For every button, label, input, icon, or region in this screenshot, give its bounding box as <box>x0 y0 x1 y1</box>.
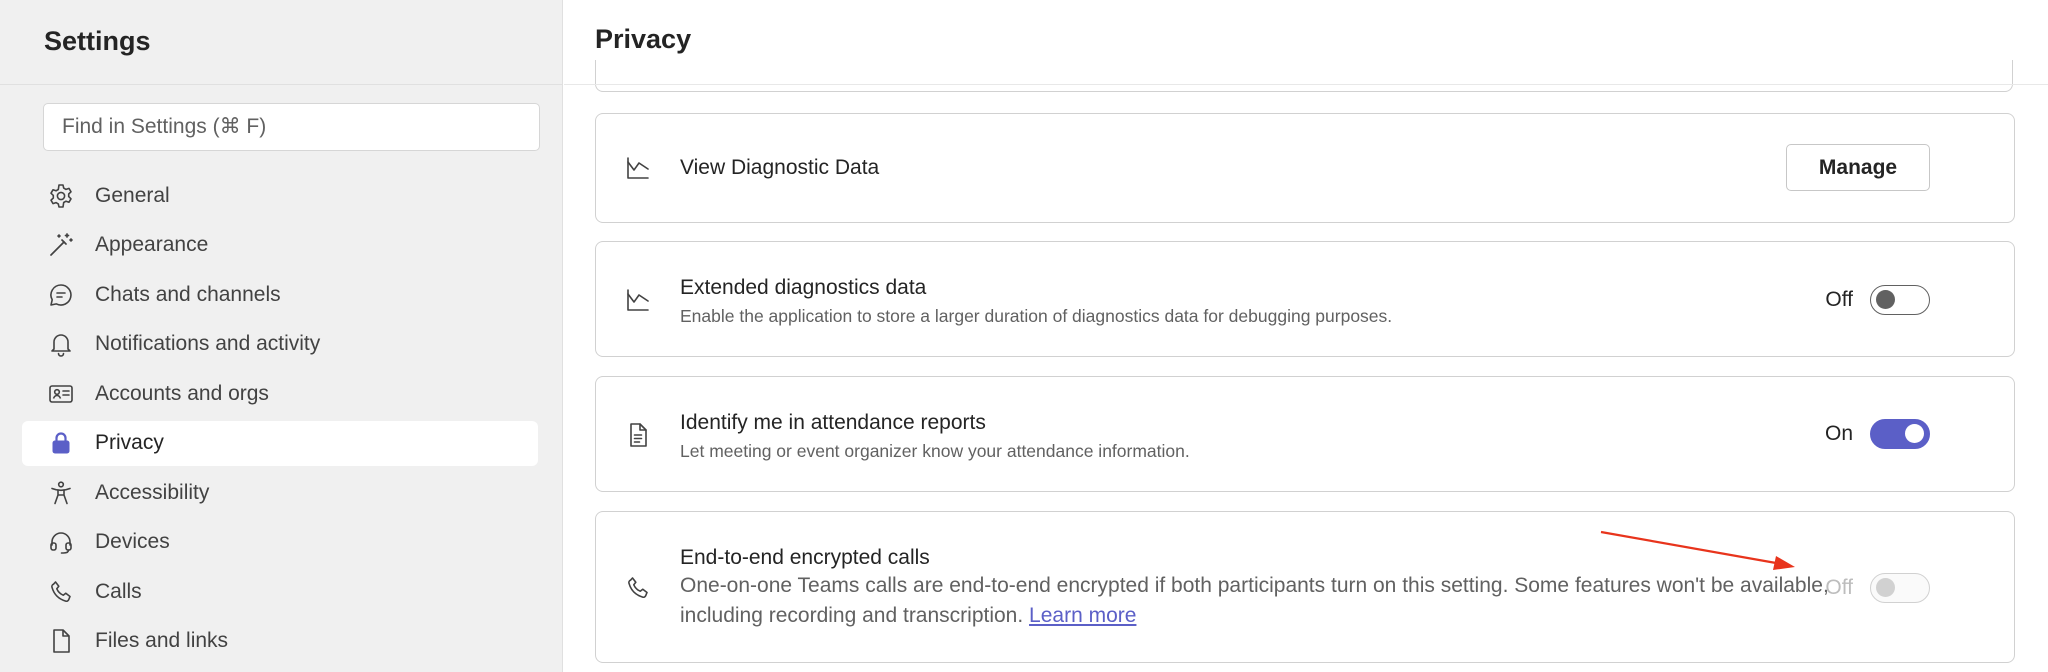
chart-icon <box>624 286 652 314</box>
chat-bubble-icon <box>47 281 75 309</box>
encrypted-calls-description-text: One-on-one Teams calls are end-to-end en… <box>680 574 1829 627</box>
diagnostic-data-title: View Diagnostic Data <box>680 156 880 179</box>
document-icon <box>624 421 652 449</box>
sidebar-item-label: Accounts and orgs <box>95 381 269 405</box>
document-icon <box>47 627 75 655</box>
search-input[interactable] <box>44 104 539 150</box>
encrypted-calls-card: End-to-end encrypted calls One-on-one Te… <box>595 511 2015 663</box>
sidebar-item-label: Notifications and activity <box>95 332 321 355</box>
toggle-state-label: On <box>1824 422 1853 445</box>
encrypted-calls-toggle[interactable] <box>1870 573 1930 603</box>
extended-diagnostics-title: Extended diagnostics data <box>680 276 927 299</box>
lock-icon <box>47 429 75 457</box>
learn-more-link[interactable]: Learn more <box>1029 604 1136 627</box>
settings-sidebar: Settings General Appearance <box>0 0 563 672</box>
sidebar-item-accessibility[interactable]: Accessibility <box>22 470 538 515</box>
sidebar-item-label: Devices <box>95 530 170 553</box>
sidebar-item-label: Accessibility <box>95 480 210 504</box>
attendance-reports-title: Identify me in attendance reports <box>680 411 986 434</box>
sidebar-item-label: Chats and channels <box>95 282 281 306</box>
sidebar-item-label: Privacy <box>95 431 164 454</box>
headset-icon <box>47 528 75 556</box>
accessibility-icon <box>47 479 75 507</box>
extended-diagnostics-toggle-group: Off <box>1825 285 1930 315</box>
attendance-reports-toggle[interactable] <box>1870 419 1930 449</box>
previous-card-edge <box>595 60 2013 92</box>
page-title: Privacy <box>595 24 692 54</box>
gear-icon <box>47 182 75 210</box>
sidebar-item-label: Files and links <box>95 629 229 652</box>
attendance-reports-description: Let meeting or event organizer know your… <box>680 441 1190 461</box>
extended-diagnostics-description: Enable the application to store a larger… <box>680 306 1393 326</box>
encrypted-calls-description: One-on-one Teams calls are end-to-end en… <box>680 571 1910 631</box>
phone-icon <box>47 578 75 606</box>
manage-button[interactable]: Manage <box>1786 144 1930 191</box>
toggle-knob <box>1876 578 1895 597</box>
bell-icon <box>47 330 75 358</box>
search-box[interactable] <box>43 103 540 151</box>
sidebar-item-notifications-and-activity[interactable]: Notifications and activity <box>22 322 538 367</box>
phone-icon <box>624 574 652 602</box>
sidebar-item-devices[interactable]: Devices <box>22 520 538 565</box>
diagnostic-data-card: View Diagnostic Data Manage <box>595 113 2015 223</box>
attendance-reports-card: Identify me in attendance reports Let me… <box>595 376 2015 492</box>
sidebar-item-general[interactable]: General <box>22 173 538 218</box>
id-card-icon <box>47 380 75 408</box>
sidebar-item-chats-and-channels[interactable]: Chats and channels <box>22 272 538 317</box>
toggle-knob <box>1905 424 1924 443</box>
sidebar-item-label: General <box>95 183 170 207</box>
sidebar-title: Settings <box>44 26 151 56</box>
toggle-state-label: Off <box>1825 288 1853 311</box>
sidebar-item-accounts-and-orgs[interactable]: Accounts and orgs <box>22 371 538 416</box>
toggle-knob <box>1876 290 1895 309</box>
chart-icon <box>624 154 652 182</box>
sidebar-divider <box>0 84 563 85</box>
sidebar-item-label: Calls <box>95 579 142 603</box>
privacy-panel: Privacy View Diagnostic Data Manage Exte… <box>564 0 2048 672</box>
sidebar-item-label: Appearance <box>95 233 209 256</box>
header-divider <box>564 84 2048 85</box>
sidebar-item-privacy[interactable]: Privacy <box>22 420 538 466</box>
encrypted-calls-toggle-group: Off <box>1825 573 1930 603</box>
attendance-reports-toggle-group: On <box>1825 419 1930 449</box>
sidebar-item-files-and-links[interactable]: Files and links <box>22 619 538 664</box>
extended-diagnostics-card: Extended diagnostics data Enable the app… <box>595 241 2015 357</box>
toggle-state-label: Off <box>1825 576 1853 599</box>
extended-diagnostics-toggle[interactable] <box>1870 285 1930 315</box>
settings-nav: General Appearance Chats and channels No… <box>22 173 538 668</box>
encrypted-calls-title: End-to-end encrypted calls <box>680 546 930 569</box>
sidebar-item-appearance[interactable]: Appearance <box>22 223 538 268</box>
sidebar-item-calls[interactable]: Calls <box>22 569 538 614</box>
magic-wand-icon <box>47 231 75 259</box>
